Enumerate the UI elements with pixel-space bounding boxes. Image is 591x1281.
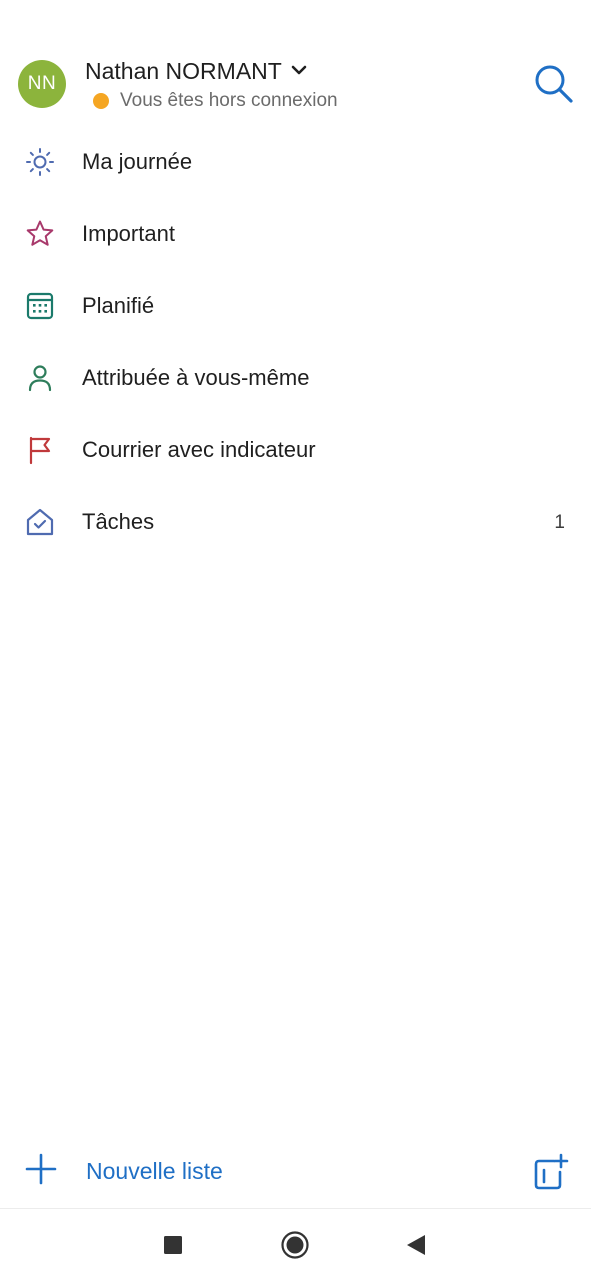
sun-icon [24, 146, 56, 178]
account-header: NN Nathan NORMANT Vous êtes hors connexi… [0, 0, 591, 130]
nav-item-my-day[interactable]: Ma journée [0, 126, 591, 198]
new-group-button[interactable] [530, 1152, 570, 1192]
home-button[interactable] [277, 1227, 313, 1263]
connection-status: Vous êtes hors connexion [93, 90, 338, 112]
new-list-button[interactable]: Nouvelle liste [24, 1152, 223, 1191]
nav-item-label: Tâches [82, 509, 155, 534]
nav-item-label: Courrier avec indicateur [82, 437, 316, 462]
circle-icon [277, 1231, 313, 1267]
offline-status-dot [93, 93, 109, 109]
avatar[interactable]: NN [18, 60, 66, 108]
flag-icon [24, 434, 56, 466]
nav-item-important[interactable]: Important [0, 198, 591, 270]
new-group-icon [530, 1153, 570, 1196]
nav-item-label: Planifié [82, 293, 155, 318]
nav-item-label: Ma journée [82, 149, 193, 174]
star-icon [24, 218, 56, 250]
nav-item-label: Important [82, 221, 175, 246]
system-navigation-bar [0, 1208, 591, 1281]
new-list-label: Nouvelle liste [86, 1158, 223, 1184]
account-name: Nathan NORMANT [85, 58, 282, 84]
nav-item-label: Attribuée à vous-même [82, 365, 310, 390]
search-button[interactable] [530, 60, 578, 108]
nav-item-tasks[interactable]: Tâches 1 [0, 486, 591, 558]
home-check-icon [24, 506, 56, 538]
nav-item-flagged-email[interactable]: Courrier avec indicateur [0, 414, 591, 486]
nav-item-planned[interactable]: Planifié [0, 270, 591, 342]
square-icon [155, 1236, 191, 1267]
person-icon [24, 362, 56, 394]
task-count-badge: 1 [554, 512, 565, 533]
account-switcher[interactable]: Nathan NORMANT [85, 58, 308, 85]
smart-lists: Ma journée Important Planifié Attribuée … [0, 126, 591, 558]
search-icon [530, 65, 578, 112]
back-button[interactable] [398, 1227, 434, 1263]
nav-item-assigned-to-me[interactable]: Attribuée à vous-même [0, 342, 591, 414]
recents-button[interactable] [155, 1227, 191, 1263]
plus-icon [24, 1152, 58, 1191]
back-triangle-icon [398, 1235, 434, 1267]
status-text: Vous êtes hors connexion [120, 90, 338, 111]
chevron-down-icon [290, 61, 308, 84]
avatar-initials: NN [27, 73, 57, 94]
bottom-toolbar: Nouvelle liste [0, 1140, 591, 1208]
calendar-icon [24, 290, 56, 322]
